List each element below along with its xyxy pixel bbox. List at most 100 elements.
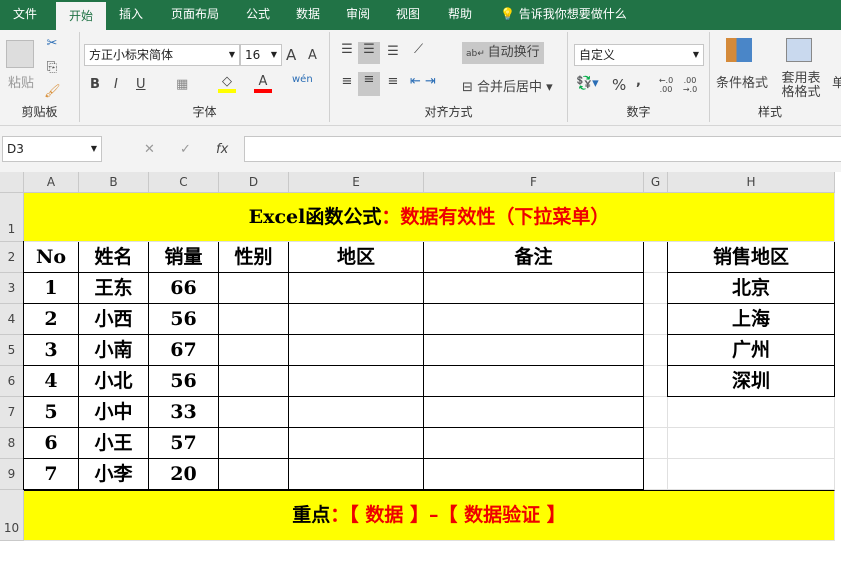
row-header-2[interactable]: 2 [0, 242, 24, 273]
empty-cell[interactable] [668, 428, 835, 459]
bottom-align-icon[interactable]: ☰ [382, 44, 404, 59]
row-header-10[interactable]: 10 [0, 490, 24, 541]
fill-color-icon[interactable]: ◇ [218, 74, 236, 93]
table-cell[interactable]: 57 [148, 427, 219, 459]
middle-align-icon[interactable]: ☰ [358, 42, 380, 64]
table-cell[interactable]: 上海 [667, 303, 835, 335]
table-cell[interactable]: 小王 [78, 427, 149, 459]
header-cell[interactable]: 销量 [148, 241, 219, 273]
title-cell[interactable]: Excel函数公式：数据有效性（下拉菜单） [24, 193, 835, 242]
increase-decimal-button[interactable]: ←.0 .00 [656, 76, 676, 94]
empty-cell[interactable] [644, 459, 668, 490]
tell-me-search[interactable]: 💡 告诉我你想要做什么 [500, 0, 640, 30]
paste-button[interactable]: 粘贴 [6, 72, 36, 91]
comma-button[interactable]: , [636, 74, 641, 89]
header-cell[interactable]: 销售地区 [667, 241, 835, 273]
empty-cell[interactable] [423, 334, 644, 366]
empty-cell[interactable] [288, 427, 424, 459]
table-cell[interactable]: 小中 [78, 396, 149, 428]
table-cell[interactable]: 6 [23, 427, 79, 459]
wrap-text-button[interactable]: ab↵ 自动换行 [462, 42, 544, 64]
header-cell[interactable]: 地区 [288, 241, 424, 273]
insert-function-icon[interactable]: fx [216, 142, 228, 157]
empty-cell[interactable] [288, 458, 424, 490]
cell-styles-button[interactable]: 单 [832, 72, 841, 91]
merge-center-button[interactable]: ⊟ 合并后居中 ▾ [462, 76, 553, 95]
table-cell[interactable]: 北京 [667, 272, 835, 304]
copy-icon[interactable]: ⎘ [44, 60, 60, 75]
accounting-icon[interactable]: 💱▾ [576, 76, 599, 91]
indent-icons[interactable]: ⇤ ⇥ [410, 74, 436, 89]
cut-icon[interactable]: ✂ [44, 36, 60, 51]
tab-file[interactable]: 文件 [0, 0, 50, 30]
empty-cell[interactable] [218, 272, 289, 304]
table-cell[interactable]: 小北 [78, 365, 149, 397]
empty-cell[interactable] [288, 396, 424, 428]
column-header-H[interactable]: H [668, 172, 835, 193]
empty-cell[interactable] [218, 427, 289, 459]
row-header-8[interactable]: 8 [0, 428, 24, 459]
row-header-3[interactable]: 3 [0, 273, 24, 304]
table-cell[interactable]: 66 [148, 272, 219, 304]
empty-cell[interactable] [644, 397, 668, 428]
percent-button[interactable]: % [612, 76, 626, 94]
borders-icon[interactable]: ▦ [176, 77, 188, 92]
table-cell[interactable]: 王东 [78, 272, 149, 304]
table-cell[interactable]: 小李 [78, 458, 149, 490]
tab-formulas[interactable]: 公式 [236, 0, 280, 30]
tab-help[interactable]: 帮助 [438, 0, 482, 30]
column-header-B[interactable]: B [79, 172, 149, 193]
empty-cell[interactable] [423, 396, 644, 428]
column-header-D[interactable]: D [219, 172, 289, 193]
row-header-9[interactable]: 9 [0, 459, 24, 490]
tab-home[interactable]: 开始 [56, 2, 106, 30]
cancel-icon[interactable]: ✕ [144, 142, 155, 157]
table-cell[interactable]: 小西 [78, 303, 149, 335]
align-right-icon[interactable]: ≡ [382, 74, 404, 89]
tab-review[interactable]: 审阅 [336, 0, 380, 30]
formula-input[interactable] [244, 136, 841, 162]
table-cell[interactable]: 56 [148, 365, 219, 397]
column-header-C[interactable]: C [149, 172, 219, 193]
empty-cell[interactable] [288, 334, 424, 366]
header-cell[interactable]: 性别 [218, 241, 289, 273]
font-size-dropdown[interactable]: 16 ▼ [240, 44, 282, 66]
tab-view[interactable]: 视图 [386, 0, 430, 30]
orientation-icon[interactable]: ⟋ [414, 42, 423, 57]
empty-cell[interactable] [423, 365, 644, 397]
empty-cell[interactable] [644, 335, 668, 366]
font-name-dropdown[interactable]: 方正小标宋简体 ▼ [84, 44, 240, 66]
column-header-A[interactable]: A [24, 172, 79, 193]
font-color-button[interactable]: A [254, 74, 272, 93]
shrink-font-button[interactable]: A [308, 48, 317, 63]
row-header-5[interactable]: 5 [0, 335, 24, 366]
empty-cell[interactable] [218, 303, 289, 335]
row-header-7[interactable]: 7 [0, 397, 24, 428]
empty-cell[interactable] [423, 458, 644, 490]
row-header-1[interactable]: 1 [0, 193, 24, 242]
table-cell[interactable]: 广州 [667, 334, 835, 366]
empty-cell[interactable] [423, 303, 644, 335]
column-header-E[interactable]: E [289, 172, 424, 193]
table-cell[interactable]: 1 [23, 272, 79, 304]
decrease-decimal-button[interactable]: .00 →.0 [680, 76, 700, 94]
empty-cell[interactable] [644, 366, 668, 397]
empty-cell[interactable] [288, 303, 424, 335]
row-header-4[interactable]: 4 [0, 304, 24, 335]
tab-data[interactable]: 数据 [286, 0, 330, 30]
footer-cell[interactable]: 重点：【 数据 】–【 数据验证 】 [24, 490, 835, 541]
tab-insert[interactable]: 插入 [108, 0, 154, 30]
align-center-icon[interactable]: ≡ [358, 72, 380, 96]
column-header-F[interactable]: F [424, 172, 644, 193]
table-cell[interactable]: 小南 [78, 334, 149, 366]
table-cell[interactable]: 20 [148, 458, 219, 490]
phonetic-button[interactable]: wén [292, 74, 313, 85]
empty-cell[interactable] [218, 334, 289, 366]
header-cell[interactable]: 备注 [423, 241, 644, 273]
table-cell[interactable]: 33 [148, 396, 219, 428]
enter-icon[interactable]: ✓ [180, 142, 191, 157]
header-cell[interactable]: 姓名 [78, 241, 149, 273]
conditional-format-button[interactable]: 条件格式 [714, 72, 770, 91]
number-format-dropdown[interactable]: 自定义 ▼ [574, 44, 704, 66]
italic-button[interactable]: I [114, 77, 118, 92]
